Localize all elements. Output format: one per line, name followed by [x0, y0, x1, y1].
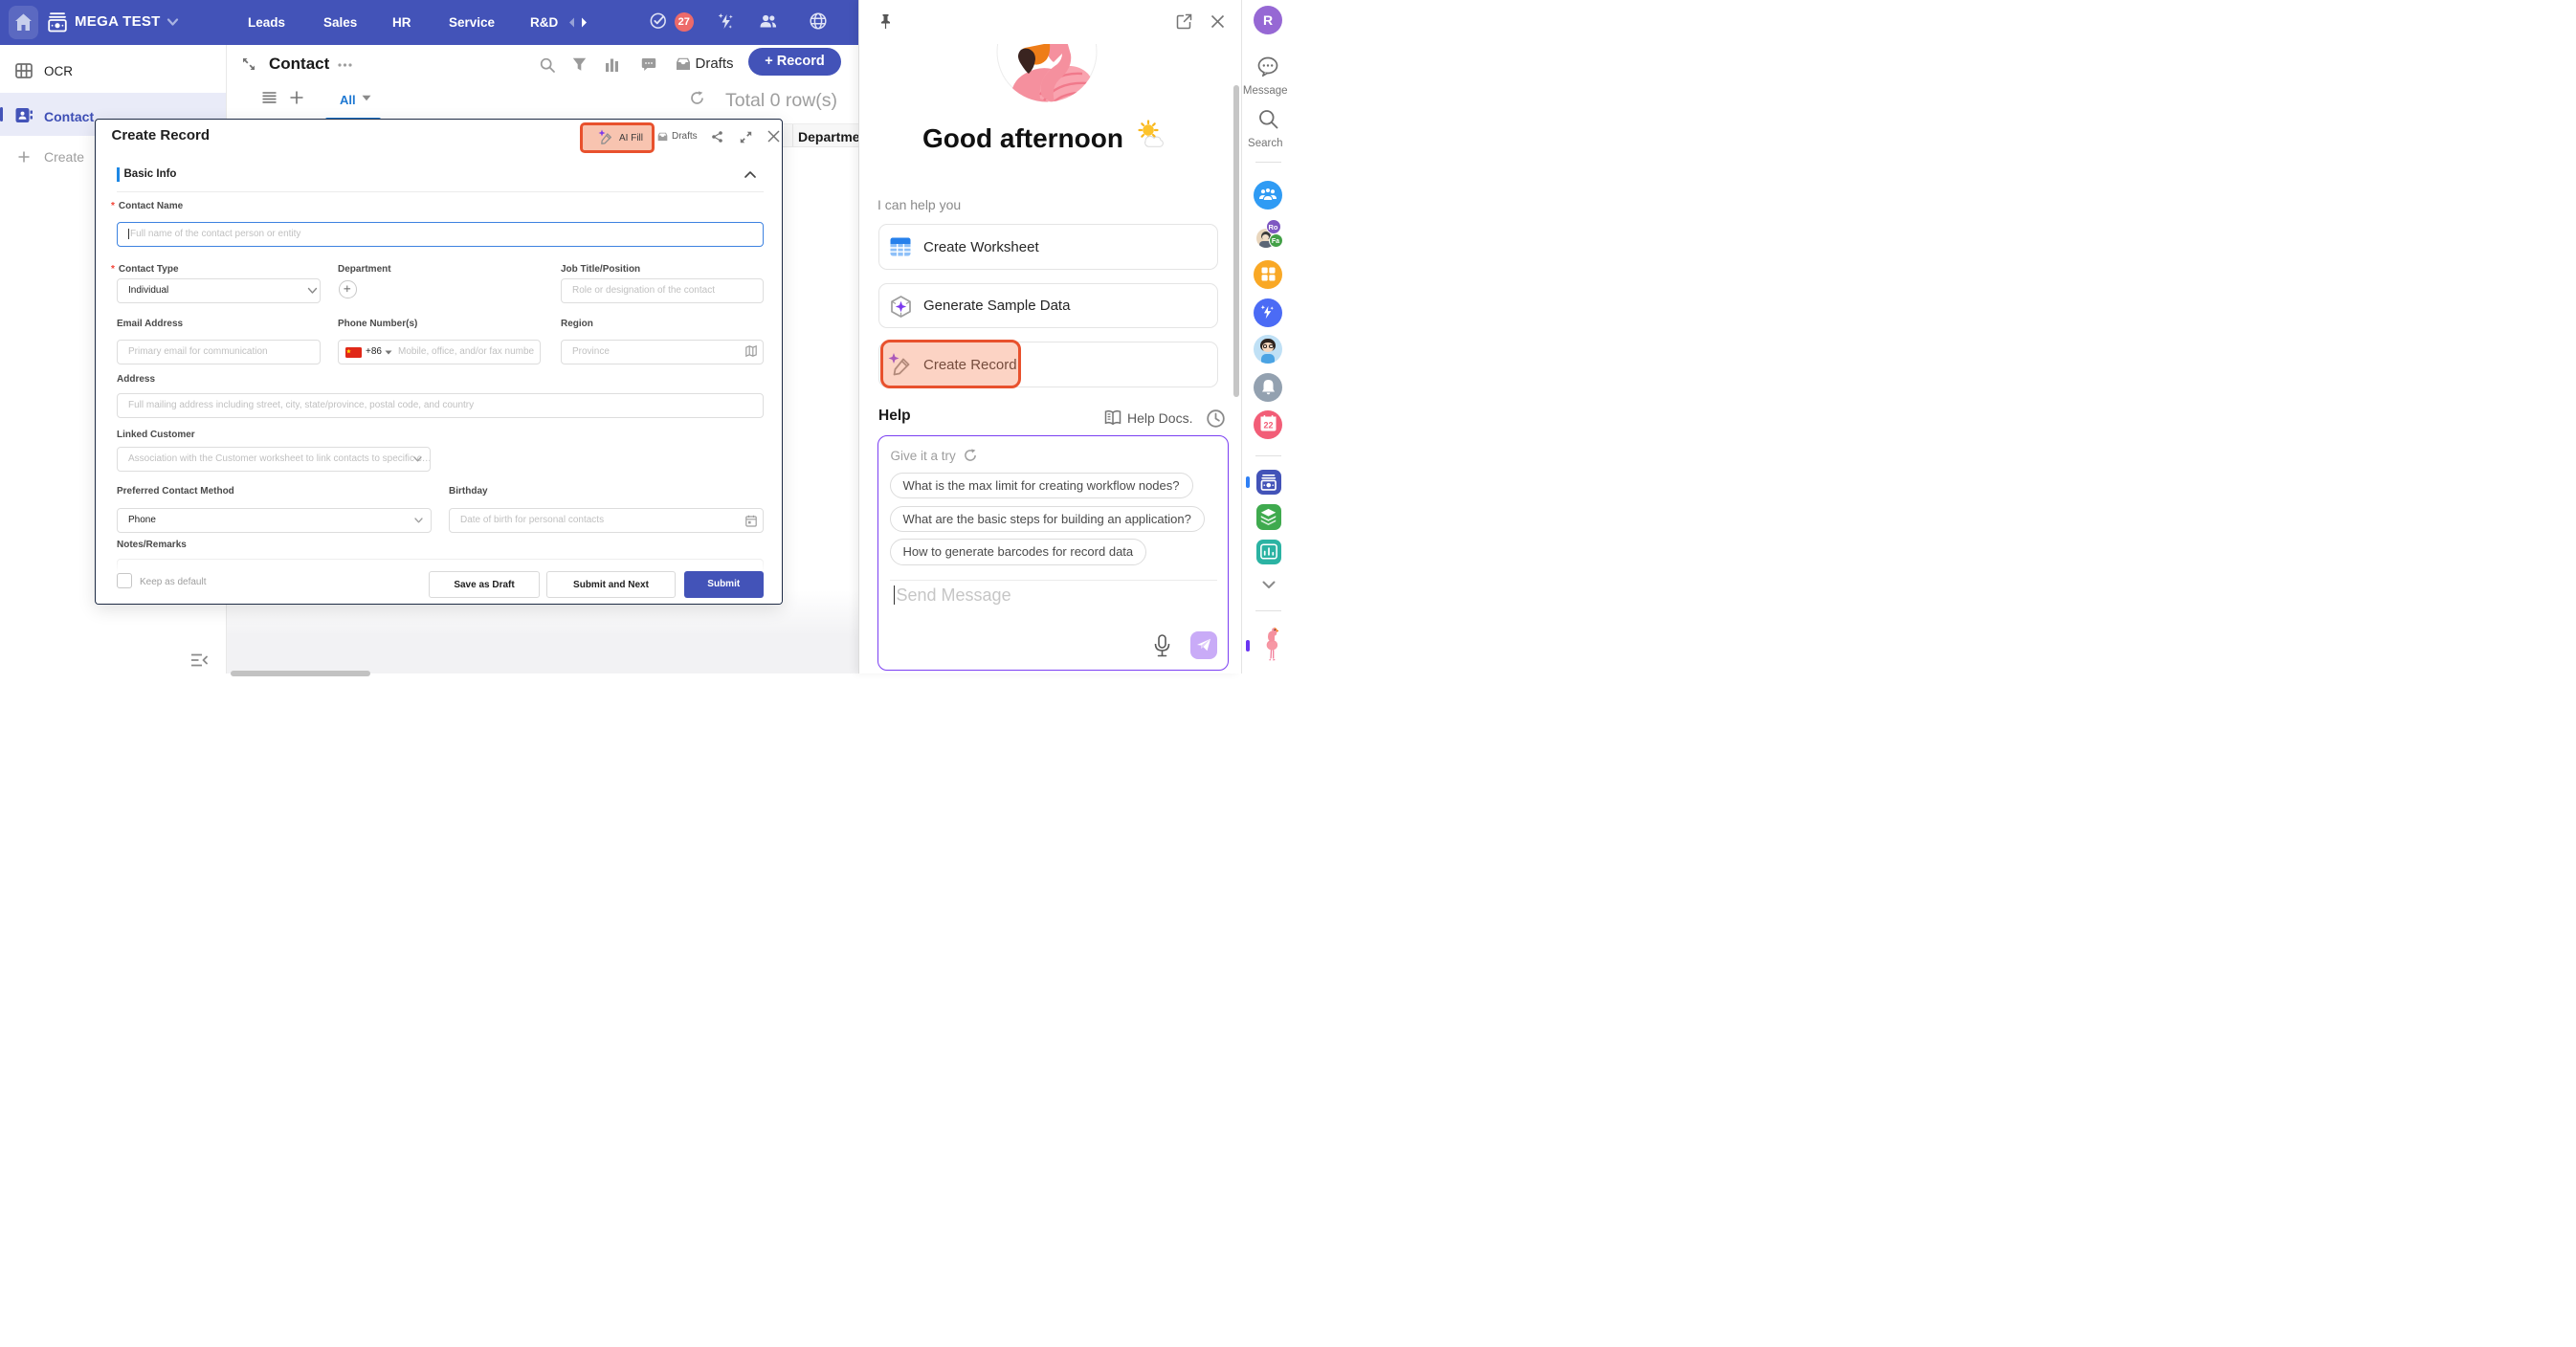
svg-text:22: 22 — [1263, 421, 1273, 431]
